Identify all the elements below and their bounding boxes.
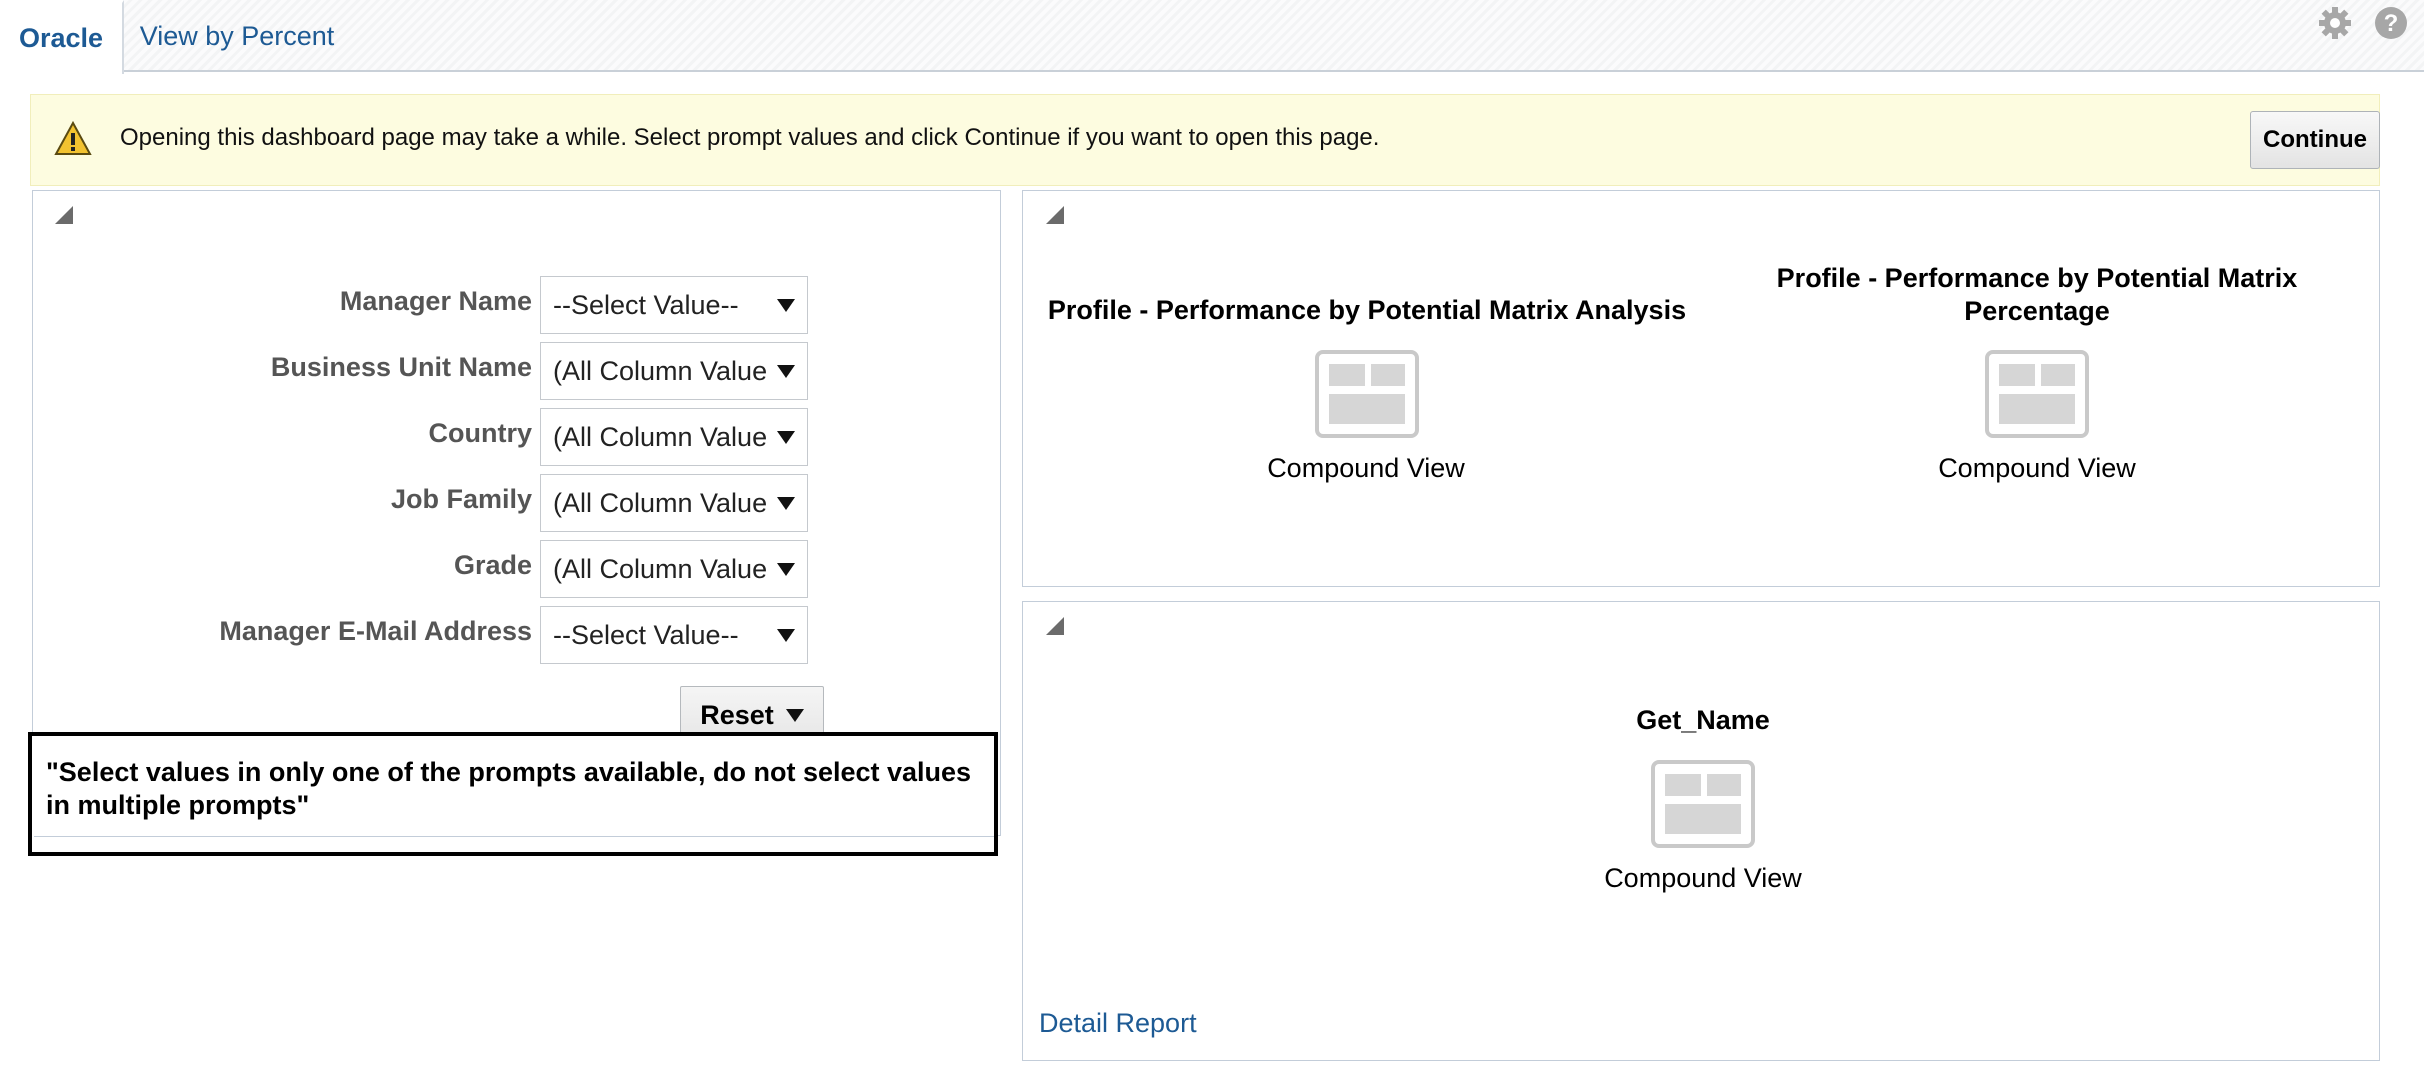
compound-views-panel [1022,190,2380,587]
chevron-down-icon [777,629,795,642]
divider [34,836,994,837]
view-title-percentage: Profile - Performance by Potential Matri… [1776,263,2298,326]
svg-text:?: ? [2384,10,2399,37]
select-value: (All Column Values) [553,421,768,452]
chevron-down-icon [777,563,795,576]
compound-view-icon[interactable] [1651,760,1755,848]
instruction-text: "Select values in only one of the prompt… [46,757,972,820]
manager-name-select[interactable]: --Select Value-- [540,276,808,334]
banner-message: Opening this dashboard page may take a w… [120,124,1380,151]
help-icon[interactable]: ? [2372,4,2410,42]
prompt-label-manager-email: Manager E-Mail Address [219,616,532,646]
gear-icon[interactable] [2316,4,2354,42]
select-value: --Select Value-- [553,619,739,650]
select-value: (All Column Values) [553,553,768,584]
tab-oracle[interactable]: Oracle [0,0,124,74]
compound-view-icon[interactable] [1315,350,1419,438]
collapse-toggle[interactable] [55,206,73,224]
collapse-toggle[interactable] [1046,617,1064,635]
compound-view-label: Compound View [1604,863,1802,893]
chevron-down-icon [777,299,795,312]
grade-select[interactable]: (All Column Values) [540,540,808,598]
chevron-down-icon [777,365,795,378]
warning-icon [54,120,92,158]
select-value: (All Column Values) [553,355,768,386]
tab-bar [0,0,2424,72]
select-value: --Select Value-- [553,289,739,320]
country-select[interactable]: (All Column Values) [540,408,808,466]
chevron-down-icon [777,431,795,444]
tab-view-by-percent[interactable]: View by Percent [124,0,350,72]
job-family-select[interactable]: (All Column Values) [540,474,808,532]
prompt-label-grade: Grade [453,550,532,580]
reset-label: Reset [700,699,774,730]
chevron-down-icon [785,708,804,722]
collapse-toggle[interactable] [1046,206,1064,224]
compound-view-icon[interactable] [1985,350,2089,438]
detail-report-link[interactable]: Detail Report [1039,1008,1197,1039]
prompt-label-business-unit: Business Unit Name [270,352,532,382]
manager-email-select[interactable]: --Select Value-- [540,606,808,664]
continue-button[interactable]: Continue [2250,111,2380,169]
select-value: (All Column Values) [553,487,768,518]
prompt-label-job-family: Job Family [390,484,532,514]
view-title-analysis: Profile - Performance by Potential Matri… [1047,295,1687,325]
view-title-get-name: Get_Name [1636,705,1770,735]
prompt-label-country: Country [428,418,533,448]
compound-view-label: Compound View [1267,453,1465,483]
chevron-down-icon [777,497,795,510]
compound-view-label: Compound View [1938,453,2136,483]
prompt-label-manager-name: Manager Name [339,286,532,316]
business-unit-select[interactable]: (All Column Values) [540,342,808,400]
